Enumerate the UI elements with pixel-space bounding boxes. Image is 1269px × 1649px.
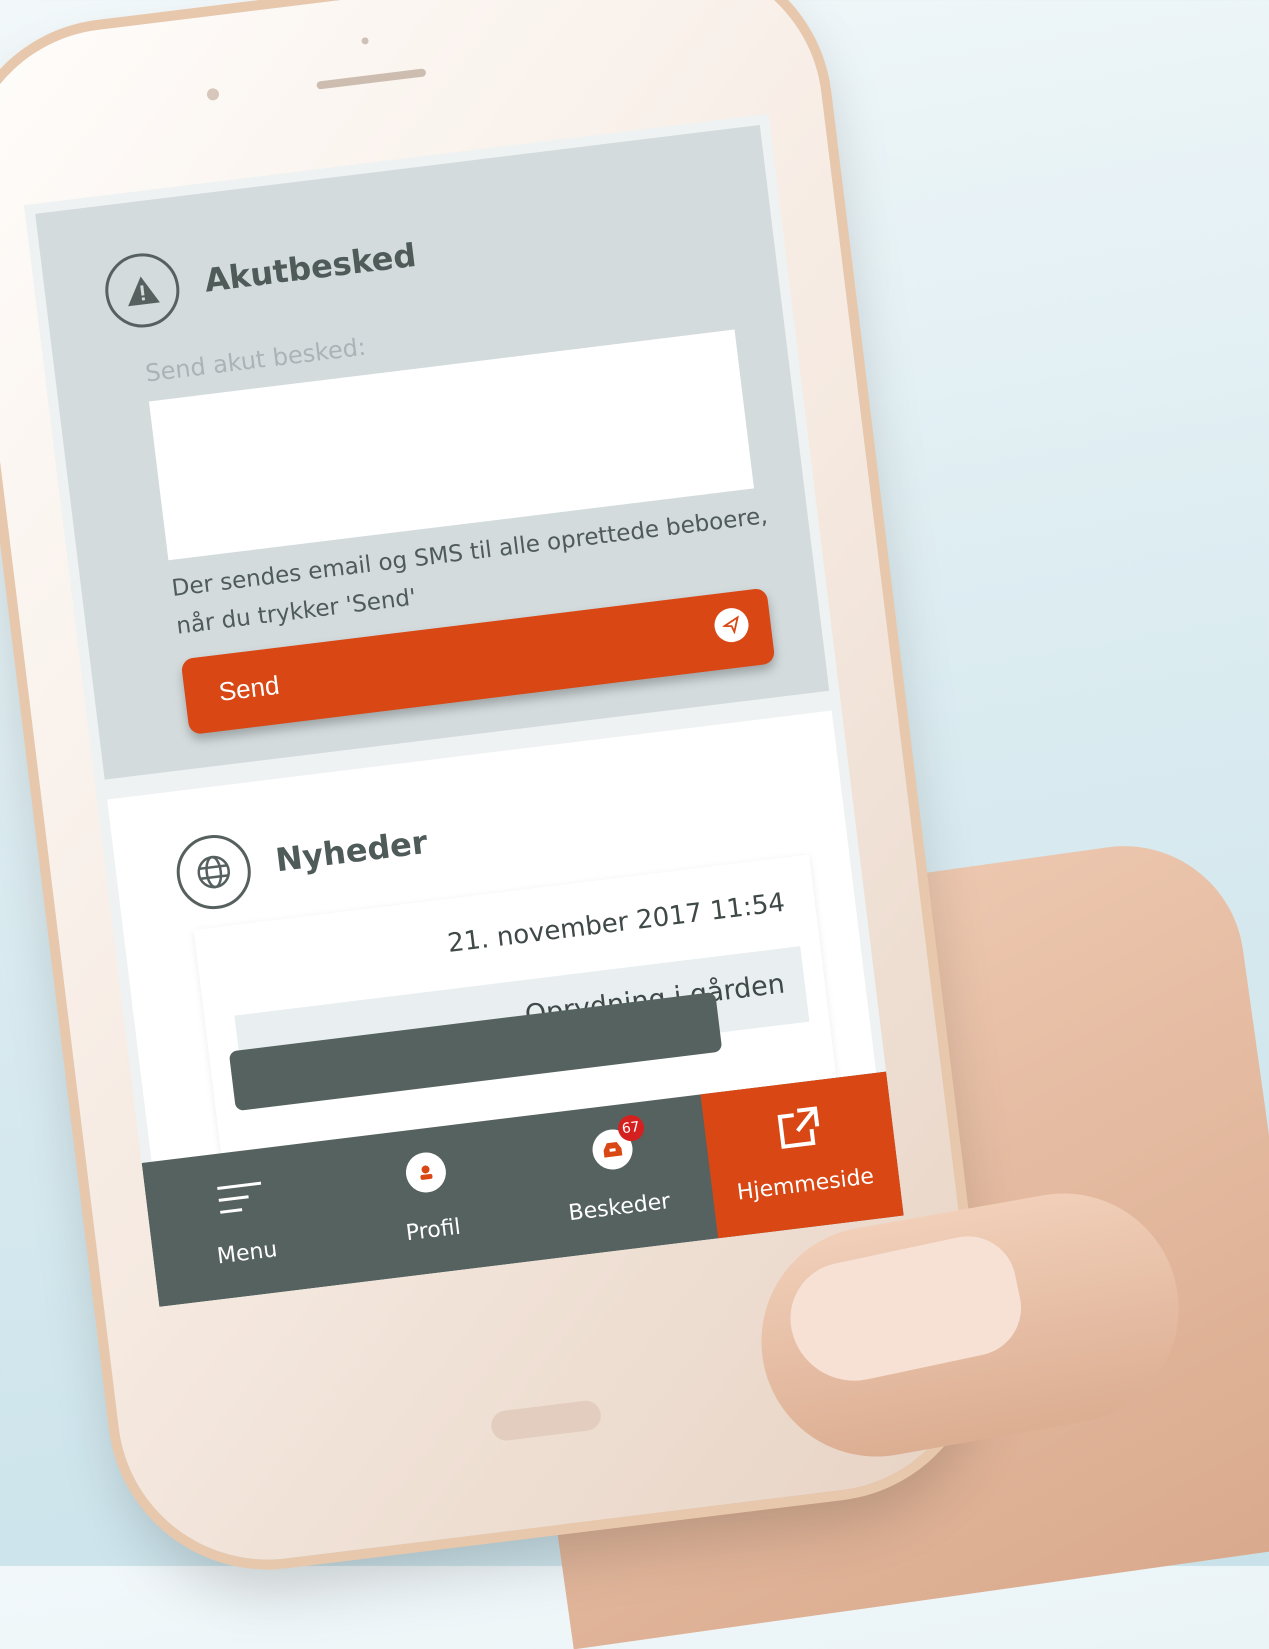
nav-item-menu[interactable]: Menu: [142, 1140, 346, 1307]
globe-icon: [172, 830, 255, 914]
emergency-message-card: Akutbesked Send akut besked: Der sendes …: [35, 124, 830, 780]
nav-item-website[interactable]: Hjemmeside: [699, 1071, 904, 1239]
nav-item-messages[interactable]: 67 Beskeder: [514, 1094, 718, 1261]
phone-home-button: [489, 1399, 603, 1443]
menu-icon: [216, 1173, 265, 1223]
nav-label-profile: Profil: [404, 1214, 463, 1247]
phone-speaker: [316, 68, 427, 90]
nav-label-messages: Beskeder: [567, 1188, 672, 1227]
news-date: 21. november 2017 11:54: [445, 887, 787, 959]
news-card-title: Nyheder: [273, 822, 430, 880]
nav-item-profile[interactable]: Profil: [328, 1117, 532, 1284]
send-button-label: Send: [217, 669, 281, 707]
app-screen: Akutbesked Send akut besked: Der sendes …: [24, 113, 904, 1307]
emergency-card-title: Akutbesked: [202, 235, 419, 300]
user-icon: [403, 1150, 449, 1195]
phone-sensor: [361, 37, 369, 45]
phone-camera: [206, 87, 220, 102]
warning-icon: [101, 249, 184, 332]
nav-label-website: Hjemmeside: [735, 1163, 876, 1206]
external-link-icon: [773, 1104, 825, 1157]
nav-label-menu: Menu: [215, 1237, 279, 1270]
paper-plane-icon: [712, 606, 751, 645]
